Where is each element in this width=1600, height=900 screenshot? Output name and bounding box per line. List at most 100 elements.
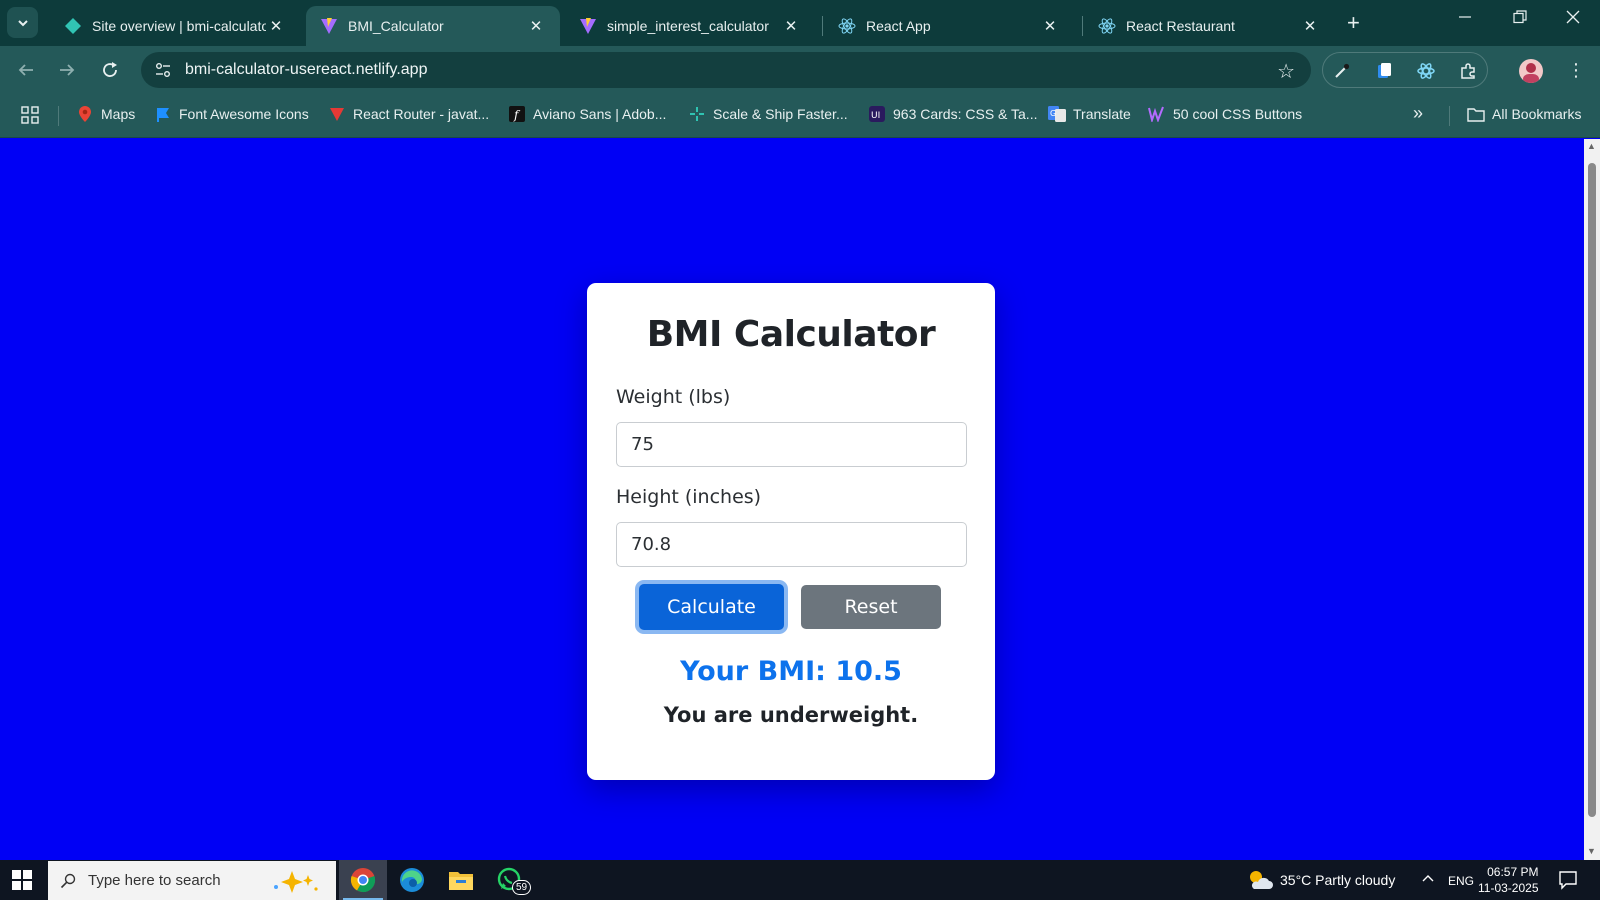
taskbar-search[interactable]: Type here to search xyxy=(48,861,336,900)
page-scrollbar[interactable]: ▲ ▼ xyxy=(1584,139,1600,860)
weather-icon[interactable] xyxy=(1247,869,1273,894)
bookmark-aviano-sans[interactable]: f Aviano Sans | Adob... xyxy=(508,105,666,123)
sparkle-icon xyxy=(264,869,324,898)
more-bookmarks-button[interactable]: » xyxy=(1413,103,1423,124)
vite-icon xyxy=(579,17,597,35)
tab-title: simple_interest_calculator xyxy=(607,18,769,34)
bookmark-maps[interactable]: Maps xyxy=(76,105,135,123)
bookmark-label: Maps xyxy=(101,106,136,122)
address-bar[interactable]: bmi-calculator-usereact.netlify.app ☆ xyxy=(141,52,1311,88)
windows-start-icon[interactable] xyxy=(12,870,32,890)
height-input[interactable] xyxy=(616,522,967,567)
close-window-icon[interactable] xyxy=(1566,10,1580,29)
bookmark-separator xyxy=(58,106,59,126)
svg-text:G: G xyxy=(1050,109,1056,118)
folder-icon xyxy=(1467,105,1485,123)
bookmark-label: 50 cool CSS Buttons xyxy=(1173,106,1303,122)
extensions-puzzle-icon[interactable] xyxy=(1459,62,1477,80)
edge-icon xyxy=(400,868,424,892)
tab-title: Site overview | bmi-calculato xyxy=(92,18,266,34)
bookmark-label: Scale & Ship Faster... xyxy=(713,106,848,122)
close-icon[interactable]: ✕ xyxy=(781,16,801,36)
all-bookmarks-label: All Bookmarks xyxy=(1492,106,1582,122)
chrome-icon xyxy=(350,868,376,893)
calculate-button[interactable]: Calculate xyxy=(639,584,784,630)
back-icon[interactable] xyxy=(14,58,38,82)
extensions-group xyxy=(1322,52,1488,88)
eyedropper-icon[interactable] xyxy=(1333,62,1351,80)
tab-title: BMI_Calculator xyxy=(348,18,444,34)
address-text[interactable]: bmi-calculator-usereact.netlify.app xyxy=(185,61,427,79)
bookmark-label: Font Awesome Icons xyxy=(179,106,309,122)
clock-date: 11-03-2025 xyxy=(1478,881,1539,895)
font-f-icon: f xyxy=(508,105,526,123)
tab-react-app[interactable]: React App ✕ xyxy=(824,6,1074,46)
scroll-down-icon[interactable]: ▼ xyxy=(1587,846,1596,856)
react-router-icon xyxy=(328,105,346,123)
tab-react-restaurant[interactable]: React Restaurant ✕ xyxy=(1084,6,1334,46)
bmi-result: Your BMI: 10.5 xyxy=(680,656,902,687)
clock-time: 06:57 PM xyxy=(1487,865,1539,879)
close-icon[interactable]: ✕ xyxy=(266,16,286,36)
uiverse-icon: UI xyxy=(868,105,886,123)
bmi-card: BMI Calculator Weight (lbs) Height (inch… xyxy=(587,283,995,780)
bookmark-star-icon[interactable]: ☆ xyxy=(1277,59,1295,84)
tab-bmi-calculator[interactable]: BMI_Calculator ✕ xyxy=(306,6,560,46)
search-icon xyxy=(60,873,76,889)
weight-label: Weight (lbs) xyxy=(616,386,731,408)
notification-badge: 59 xyxy=(512,880,532,895)
bookmark-css-buttons[interactable]: 50 cool CSS Buttons xyxy=(1148,105,1302,123)
w-icon xyxy=(1148,105,1166,123)
restore-icon[interactable] xyxy=(1513,10,1527,29)
weather-text[interactable]: 35°C Partly cloudy xyxy=(1280,872,1395,888)
reload-icon[interactable] xyxy=(98,58,122,82)
page-title: BMI Calculator xyxy=(646,314,936,355)
clipboard-extension-icon[interactable] xyxy=(1375,62,1393,80)
close-icon[interactable]: ✕ xyxy=(1300,16,1320,36)
scroll-thumb[interactable] xyxy=(1588,163,1596,817)
bookmark-scale-ship[interactable]: Scale & Ship Faster... xyxy=(688,105,848,123)
chevron-up-icon[interactable] xyxy=(1421,872,1435,889)
minimize-icon[interactable] xyxy=(1458,10,1472,29)
tab-simple-interest[interactable]: simple_interest_calculator ✕ xyxy=(565,6,815,46)
bookmark-react-router[interactable]: React Router - javat... xyxy=(328,105,489,123)
taskbar-whatsapp[interactable]: 59 xyxy=(486,860,534,900)
notification-icon[interactable] xyxy=(1558,870,1578,893)
profile-avatar[interactable] xyxy=(1519,59,1543,83)
forward-icon[interactable] xyxy=(55,58,79,82)
browser-toolbar: bmi-calculator-usereact.netlify.app ☆ ⋮ xyxy=(0,46,1600,94)
bookmark-label: Aviano Sans | Adob... xyxy=(533,106,667,122)
search-placeholder: Type here to search xyxy=(88,872,221,889)
close-icon[interactable]: ✕ xyxy=(1040,16,1060,36)
language-indicator[interactable]: ENG xyxy=(1448,874,1474,888)
netlify-icon xyxy=(64,17,82,35)
bookmark-separator xyxy=(1449,106,1450,126)
close-icon[interactable]: ✕ xyxy=(526,16,546,36)
tab-search-button[interactable] xyxy=(7,7,38,38)
taskbar-file-explorer[interactable] xyxy=(437,860,485,900)
bookmark-font-awesome[interactable]: Font Awesome Icons xyxy=(154,105,309,123)
taskbar-edge[interactable] xyxy=(388,860,436,900)
tab-site-overview[interactable]: Site overview | bmi-calculato ✕ xyxy=(50,6,300,46)
all-bookmarks-button[interactable]: All Bookmarks xyxy=(1467,105,1581,123)
scroll-up-icon[interactable]: ▲ xyxy=(1587,141,1596,151)
site-settings-icon[interactable] xyxy=(151,58,175,82)
react-icon xyxy=(1098,17,1116,35)
bmi-status: You are underweight. xyxy=(663,703,919,727)
reset-button[interactable]: Reset xyxy=(801,585,941,629)
taskbar-chrome[interactable] xyxy=(339,860,387,900)
folder-icon xyxy=(449,872,473,890)
apps-grid-icon[interactable] xyxy=(20,105,40,125)
weight-input[interactable] xyxy=(616,422,967,467)
translate-icon: G xyxy=(1048,105,1066,123)
tab-separator xyxy=(1082,16,1083,36)
bookmark-label: React Router - javat... xyxy=(353,106,490,122)
tab-title: React Restaurant xyxy=(1126,18,1235,34)
tab-title: React App xyxy=(866,18,931,34)
menu-kebab-icon[interactable]: ⋮ xyxy=(1567,59,1585,81)
bookmark-963-cards[interactable]: UI 963 Cards: CSS & Ta... xyxy=(868,105,1037,123)
clock[interactable]: 06:57 PM 11-03-2025 xyxy=(1478,864,1539,896)
new-tab-button[interactable]: + xyxy=(1347,12,1360,34)
bookmark-translate[interactable]: G Translate xyxy=(1048,105,1131,123)
react-devtools-icon[interactable] xyxy=(1417,62,1435,80)
